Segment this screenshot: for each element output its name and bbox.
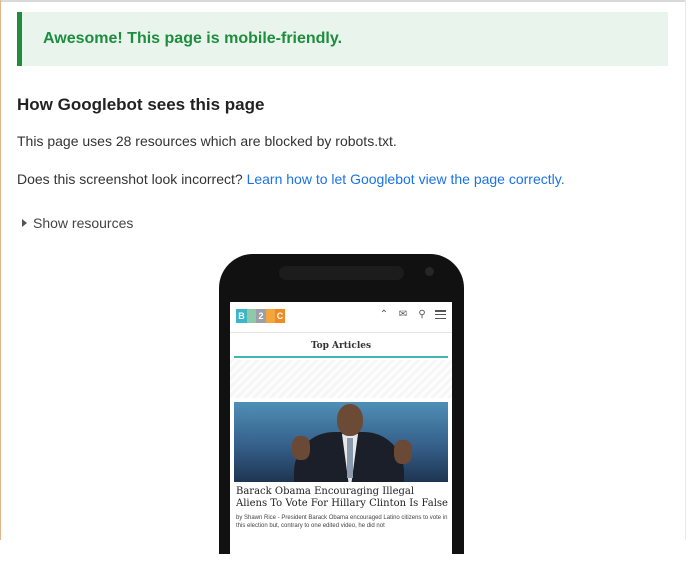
incorrect-screenshot-text: Does this screenshot look incorrect? Lea… [17,171,565,187]
phone-camera [425,267,434,276]
expand-triangle-icon [22,219,27,227]
top-border [0,0,686,2]
site-header: B 2 C ⌃ ✉ ⚲ [230,302,452,333]
show-resources-toggle[interactable]: Show resources [22,215,133,231]
article-meta: by Shawn Rice - President Barack Obama e… [236,515,448,529]
banner-message: Awesome! This page is mobile-friendly. [43,30,343,47]
right-border [685,0,686,540]
article-photo [234,402,448,482]
site-logo: B 2 C [236,309,285,323]
phone-frame: B 2 C ⌃ ✉ ⚲ Top Articles Barack Obama En… [219,254,464,562]
question-text: Does this screenshot look incorrect? [17,171,243,187]
search-icon: ⚲ [418,309,426,320]
section-heading: How Googlebot sees this page [17,95,265,114]
chevron-up-icon: ⌃ [379,309,389,320]
top-articles-heading: Top Articles [234,338,448,358]
show-resources-label: Show resources [33,215,134,231]
article-title: Barack Obama Encouraging Illegal Aliens … [236,486,448,509]
logo-letter-b: B [236,309,247,323]
left-border [0,0,1,540]
phone-speaker [279,266,404,280]
page-preview-screen: B 2 C ⌃ ✉ ⚲ Top Articles Barack Obama En… [230,302,452,562]
logo-letter-c: C [275,309,285,323]
blocked-resources-text: This page uses 28 resources which are bl… [17,133,397,149]
ad-placeholder [230,360,452,398]
logo-segment [247,309,256,323]
logo-letter-2: 2 [256,309,266,323]
mobile-friendly-banner: Awesome! This page is mobile-friendly. [17,12,668,66]
header-icons: ⌃ ✉ ⚲ [378,309,446,320]
menu-icon [435,310,446,319]
logo-segment [266,309,275,323]
mail-icon: ✉ [398,309,408,320]
learn-more-link[interactable]: Learn how to let Googlebot view the page… [247,171,565,187]
